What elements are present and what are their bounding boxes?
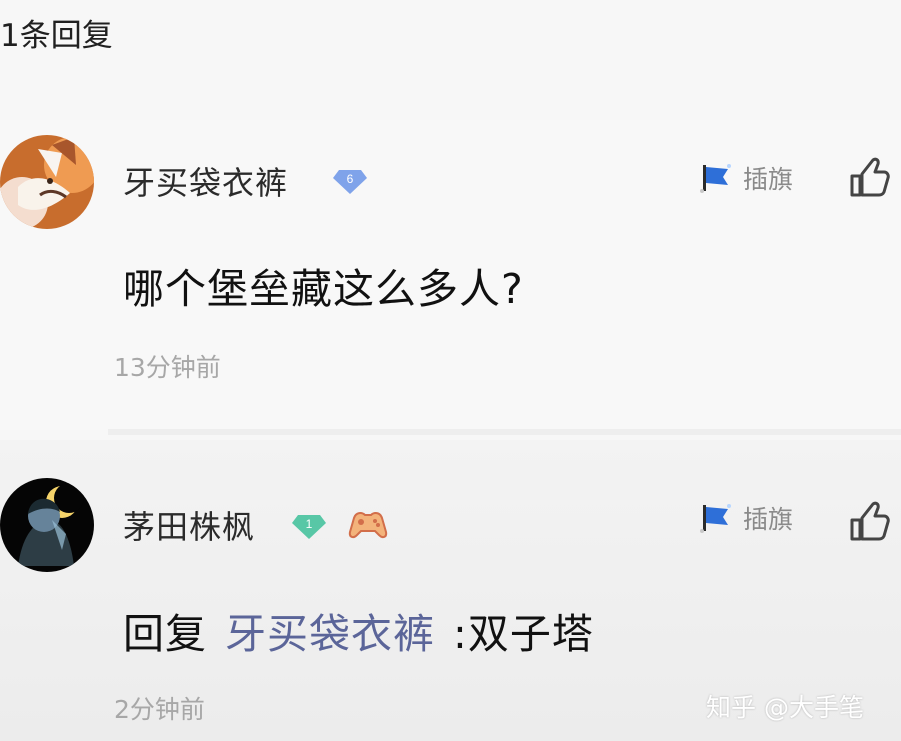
like-button[interactable] [846,156,890,200]
comment-text: 哪个堡垒藏这么多人? [123,265,524,313]
level-badge-icon: 6 [333,162,367,196]
comment-username[interactable]: 牙买袋衣裤 [123,158,288,204]
like-button[interactable] [846,500,890,544]
flag-label: 插旗 [743,165,794,194]
moon-avatar [0,478,94,572]
flag-button[interactable]: 插旗 [699,160,819,196]
reply-prefix: 回复 [123,610,207,658]
flag-label: 插旗 [743,505,794,534]
flag-button[interactable]: 插旗 [699,500,819,536]
thumbs-up-icon [850,501,890,541]
thumbs-up-icon [850,157,890,197]
mentioned-username[interactable]: 牙买袋衣裤 [225,610,435,658]
reply-body: :双子塔 [453,610,594,658]
comment-username[interactable]: 茅田株枫 [123,502,255,548]
corgi-avatar [0,135,94,229]
reply-text: 回复 牙买袋衣裤 :双子塔 [123,600,594,660]
user-avatar[interactable] [0,478,94,572]
watermark: 知乎 @大手笔 [706,693,864,722]
svg-text:6: 6 [347,172,354,186]
comment-divider [108,429,901,435]
comment-timestamp: 2分钟前 [114,695,205,724]
flag-icon [700,164,731,193]
svg-text:1: 1 [306,517,313,531]
gamepad-icon [348,506,388,540]
user-avatar[interactable] [0,135,94,229]
comment-timestamp: 13分钟前 [114,353,221,382]
level-badge-icon: 1 [292,507,326,541]
flag-icon [700,504,731,533]
reply-count-header: 1条回复 [0,18,113,54]
